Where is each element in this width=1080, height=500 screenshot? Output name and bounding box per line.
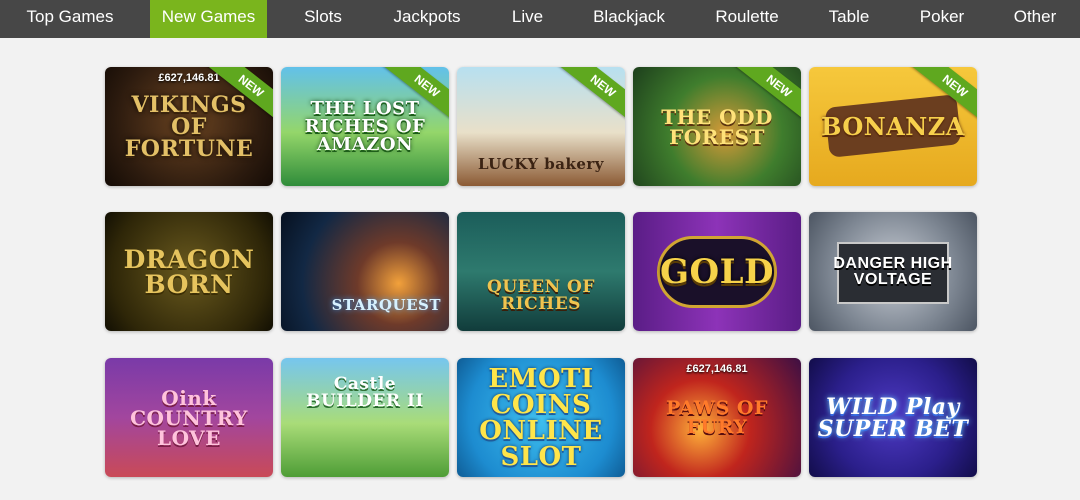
tab-poker[interactable]: Poker xyxy=(910,0,974,38)
games-grid: £627,146.81 VIKINGS OF FORTUNE NEW THE L… xyxy=(105,67,977,477)
game-tile-starquest[interactable]: STARQUEST xyxy=(281,212,449,331)
game-title: Oink COUNTRY LOVE xyxy=(130,385,248,450)
game-tile-the-odd-forest[interactable]: THE ODD FOREST NEW xyxy=(633,67,801,186)
game-title: EMOTI COINS ONLINE SLOT xyxy=(479,363,603,472)
game-title: QUEEN OF RICHES xyxy=(487,277,595,314)
game-title: STARQUEST xyxy=(331,296,441,314)
tab-jackpots[interactable]: Jackpots xyxy=(382,0,472,38)
game-title: DRAGON BORN xyxy=(123,244,255,299)
tab-roulette[interactable]: Roulette xyxy=(705,0,789,38)
tab-slots[interactable]: Slots xyxy=(290,0,356,38)
tab-top-games[interactable]: Top Games xyxy=(0,0,140,38)
game-tile-lucky-bakery[interactable]: LUCKY bakery NEW xyxy=(457,67,625,186)
tab-new-games[interactable]: New Games xyxy=(150,0,267,38)
tab-blackjack[interactable]: Blackjack xyxy=(582,0,676,38)
game-title: WILD Play SUPER BET xyxy=(817,393,969,442)
game-tile-emoti-coins[interactable]: EMOTI COINS ONLINE SLOT xyxy=(457,358,625,477)
tab-live[interactable]: Live xyxy=(500,0,555,38)
game-tile-dragon-born[interactable]: DRAGON BORN xyxy=(105,212,273,331)
tab-other[interactable]: Other xyxy=(1004,0,1066,38)
game-title: Castle BUILDER II xyxy=(306,374,424,411)
game-tile-lost-riches-of-amazon[interactable]: THE LOST RICHES OF AMAZON NEW xyxy=(281,67,449,186)
game-tile-gold[interactable]: GOLD xyxy=(633,212,801,331)
game-tile-vikings-of-fortune[interactable]: £627,146.81 VIKINGS OF FORTUNE NEW xyxy=(105,67,273,186)
game-tile-queen-of-riches[interactable]: QUEEN OF RICHES xyxy=(457,212,625,331)
game-tile-danger-high-voltage[interactable]: DANGER HIGH VOLTAGE xyxy=(809,212,977,331)
category-nav-bar: Top Games New Games Slots Jackpots Live … xyxy=(0,0,1080,38)
game-title: GOLD xyxy=(659,251,775,292)
game-title: DANGER HIGH VOLTAGE xyxy=(833,254,953,288)
tab-table[interactable]: Table xyxy=(818,0,880,38)
game-tile-oink-country-love[interactable]: Oink COUNTRY LOVE xyxy=(105,358,273,477)
game-tile-paws-of-fury[interactable]: £627,146.81 PAWS OF FURY xyxy=(633,358,801,477)
game-tile-bonanza[interactable]: BONANZA NEW xyxy=(809,67,977,186)
game-tile-castle-builder-ii[interactable]: Castle BUILDER II xyxy=(281,358,449,477)
game-tile-wild-play-super-bet[interactable]: WILD Play SUPER BET xyxy=(809,358,977,477)
game-title: PAWS OF FURY xyxy=(666,396,768,438)
